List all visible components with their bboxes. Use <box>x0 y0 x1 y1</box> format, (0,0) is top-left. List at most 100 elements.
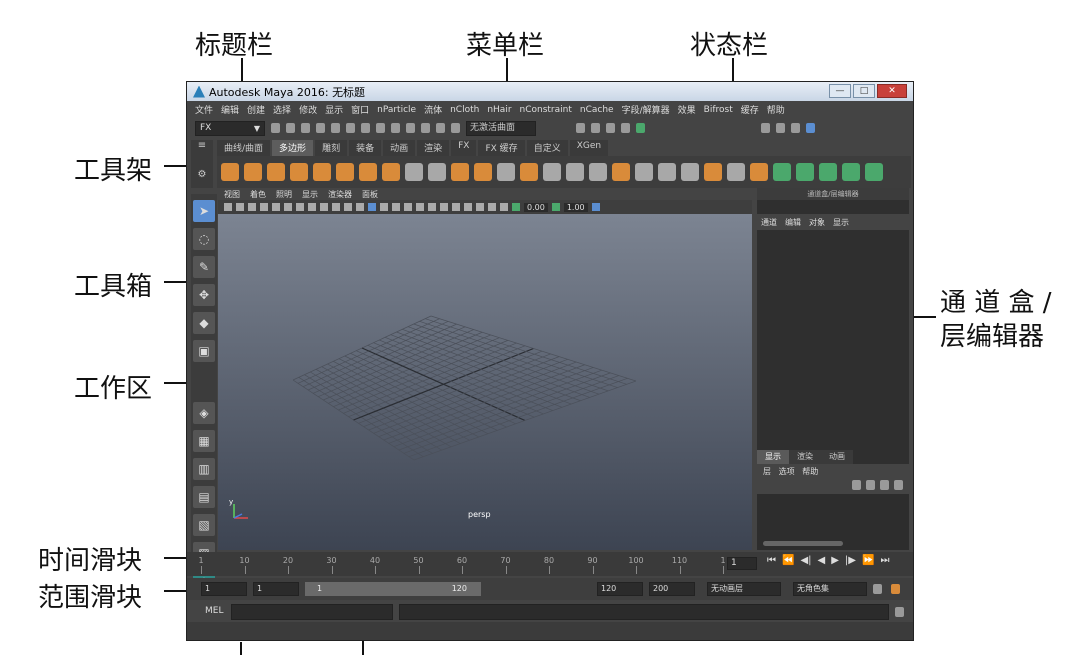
four-view-layout-icon[interactable]: ▦ <box>193 430 215 452</box>
script-editor-icon[interactable] <box>895 607 904 617</box>
goto-start-icon[interactable]: ⏮ <box>767 555 776 566</box>
workspace-icon[interactable] <box>761 123 770 133</box>
save-scene-icon[interactable] <box>301 123 310 133</box>
menu-select[interactable]: 选择 <box>273 103 291 116</box>
hypershade-layout-icon[interactable]: ▧ <box>193 514 215 536</box>
mel-label[interactable]: MEL <box>205 606 223 616</box>
layer-menu-options[interactable]: 选项 <box>779 467 795 476</box>
current-frame-field[interactable]: 1 <box>727 557 757 570</box>
poly-cone-icon[interactable] <box>290 163 308 181</box>
menu-effects[interactable]: 效果 <box>678 103 696 116</box>
fill-hole-icon[interactable] <box>635 163 653 181</box>
combine-icon[interactable] <box>405 163 423 181</box>
uv-automatic-icon[interactable] <box>842 163 860 181</box>
bridge-icon[interactable] <box>543 163 561 181</box>
poly-plane-icon[interactable] <box>313 163 331 181</box>
shelf-settings-icon[interactable]: ⚙ <box>191 169 213 180</box>
tab-fx-caching[interactable]: FX 缓存 <box>478 140 525 156</box>
command-input[interactable] <box>231 604 393 620</box>
redo-icon[interactable] <box>331 123 340 133</box>
play-backward-icon[interactable]: ◀ <box>818 555 826 566</box>
step-back-key-icon[interactable]: ⏪ <box>782 555 794 566</box>
boolean-icon[interactable] <box>497 163 515 181</box>
uv-unfold-icon[interactable] <box>865 163 883 181</box>
hypershade-icon[interactable] <box>621 123 630 133</box>
cb-menu-channels[interactable]: 通道 <box>761 217 777 228</box>
snap-view-icon[interactable] <box>436 123 445 133</box>
toggle-panels-icon[interactable] <box>791 123 800 133</box>
snap-point-icon[interactable] <box>421 123 430 133</box>
layer-scrollbar[interactable] <box>763 541 843 546</box>
tab-sculpting[interactable]: 雕刻 <box>315 140 348 156</box>
poly-sphere-icon[interactable] <box>221 163 239 181</box>
menu-fluids[interactable]: 流体 <box>424 103 442 116</box>
ipr-render-icon[interactable] <box>591 123 600 133</box>
layer-move-down-icon[interactable] <box>866 480 875 490</box>
open-scene-icon[interactable] <box>286 123 295 133</box>
poly-pipe-icon[interactable] <box>382 163 400 181</box>
select-object-icon[interactable] <box>361 123 370 133</box>
mirror-icon[interactable] <box>451 163 469 181</box>
menu-edit[interactable]: 编辑 <box>221 103 239 116</box>
paint-select-tool-icon[interactable]: ✎ <box>193 256 215 278</box>
append-polygon-icon[interactable] <box>612 163 630 181</box>
menu-nconstraint[interactable]: nConstraint <box>520 105 572 115</box>
tab-custom[interactable]: 自定义 <box>526 140 568 156</box>
anim-layer-dropdown[interactable]: 无动画层 <box>707 582 781 596</box>
poly-cube-icon[interactable] <box>244 163 262 181</box>
menu-nparticle[interactable]: nParticle <box>377 105 416 115</box>
step-forward-key-icon[interactable]: ⏩ <box>862 555 874 566</box>
minimize-button[interactable]: — <box>829 84 851 98</box>
menu-cache[interactable]: 缓存 <box>741 103 759 116</box>
rotate-tool-icon[interactable]: ◆ <box>193 312 215 334</box>
persp-graph-layout-icon[interactable]: ▤ <box>193 486 215 508</box>
persp-outliner-layout-icon[interactable]: ▥ <box>193 458 215 480</box>
single-view-layout-icon[interactable]: ◈ <box>193 402 215 424</box>
menu-display[interactable]: 显示 <box>325 103 343 116</box>
quad-draw-icon[interactable] <box>727 163 745 181</box>
scale-tool-icon[interactable]: ▣ <box>193 340 215 362</box>
menu-file[interactable]: 文件 <box>195 103 213 116</box>
character-set-dropdown[interactable]: 无角色集 <box>793 582 867 596</box>
new-layer-selected-icon[interactable] <box>894 480 903 490</box>
render-icon[interactable] <box>576 123 585 133</box>
edge-loop-icon[interactable] <box>681 163 699 181</box>
snap-surface-icon[interactable] <box>451 123 460 133</box>
layer-menu-layers[interactable]: 层 <box>763 467 771 476</box>
tab-rendering[interactable]: 渲染 <box>417 140 450 156</box>
select-hierarchy-icon[interactable] <box>346 123 355 133</box>
new-scene-icon[interactable] <box>271 123 280 133</box>
maximize-button[interactable]: □ <box>853 84 875 98</box>
workspace-viewport[interactable]: 视图 着色 照明 显示 渲染器 面板 0.00 1.00 y persp <box>218 188 752 550</box>
tab-curves-surfaces[interactable]: 曲线/曲面 <box>217 140 271 156</box>
close-button[interactable]: ✕ <box>877 84 907 98</box>
anim-start-field[interactable]: 1 <box>201 582 247 596</box>
anim-end-field[interactable]: 200 <box>649 582 695 596</box>
time-slider[interactable]: 1 10 20 30 40 50 60 70 80 90 100 110 1 1 ⏮ ⏪ ◀| ◀ ▶ … <box>187 552 913 576</box>
merge-icon[interactable] <box>704 163 722 181</box>
menu-windows[interactable]: 窗口 <box>351 103 369 116</box>
playback-end-field[interactable]: 120 <box>597 582 643 596</box>
step-forward-frame-icon[interactable]: |▶ <box>845 555 856 566</box>
menu-help[interactable]: 帮助 <box>767 103 785 116</box>
menu-ncache[interactable]: nCache <box>580 105 614 115</box>
uv-editor-icon[interactable] <box>750 163 768 181</box>
snap-curve-icon[interactable] <box>406 123 415 133</box>
select-tool-icon[interactable]: ➤ <box>193 200 215 222</box>
cb-menu-object[interactable]: 对象 <box>809 217 825 228</box>
target-weld-icon[interactable] <box>658 163 676 181</box>
tab-rigging[interactable]: 装备 <box>349 140 382 156</box>
poly-torus-icon[interactable] <box>336 163 354 181</box>
poly-cylinder-icon[interactable] <box>267 163 285 181</box>
menu-ncloth[interactable]: nCloth <box>450 105 479 115</box>
layer-list[interactable] <box>757 494 909 550</box>
smooth-icon[interactable] <box>474 163 492 181</box>
uv-cylindrical-icon[interactable] <box>796 163 814 181</box>
tab-xgen[interactable]: XGen <box>569 140 609 156</box>
menu-modify[interactable]: 修改 <box>299 103 317 116</box>
cb-menu-show[interactable]: 显示 <box>833 217 849 228</box>
range-bar[interactable]: 1 120 <box>305 582 481 596</box>
multi-cut-icon[interactable] <box>589 163 607 181</box>
tab-polygons[interactable]: 多边形 <box>272 140 314 156</box>
menu-nhair[interactable]: nHair <box>487 105 511 115</box>
